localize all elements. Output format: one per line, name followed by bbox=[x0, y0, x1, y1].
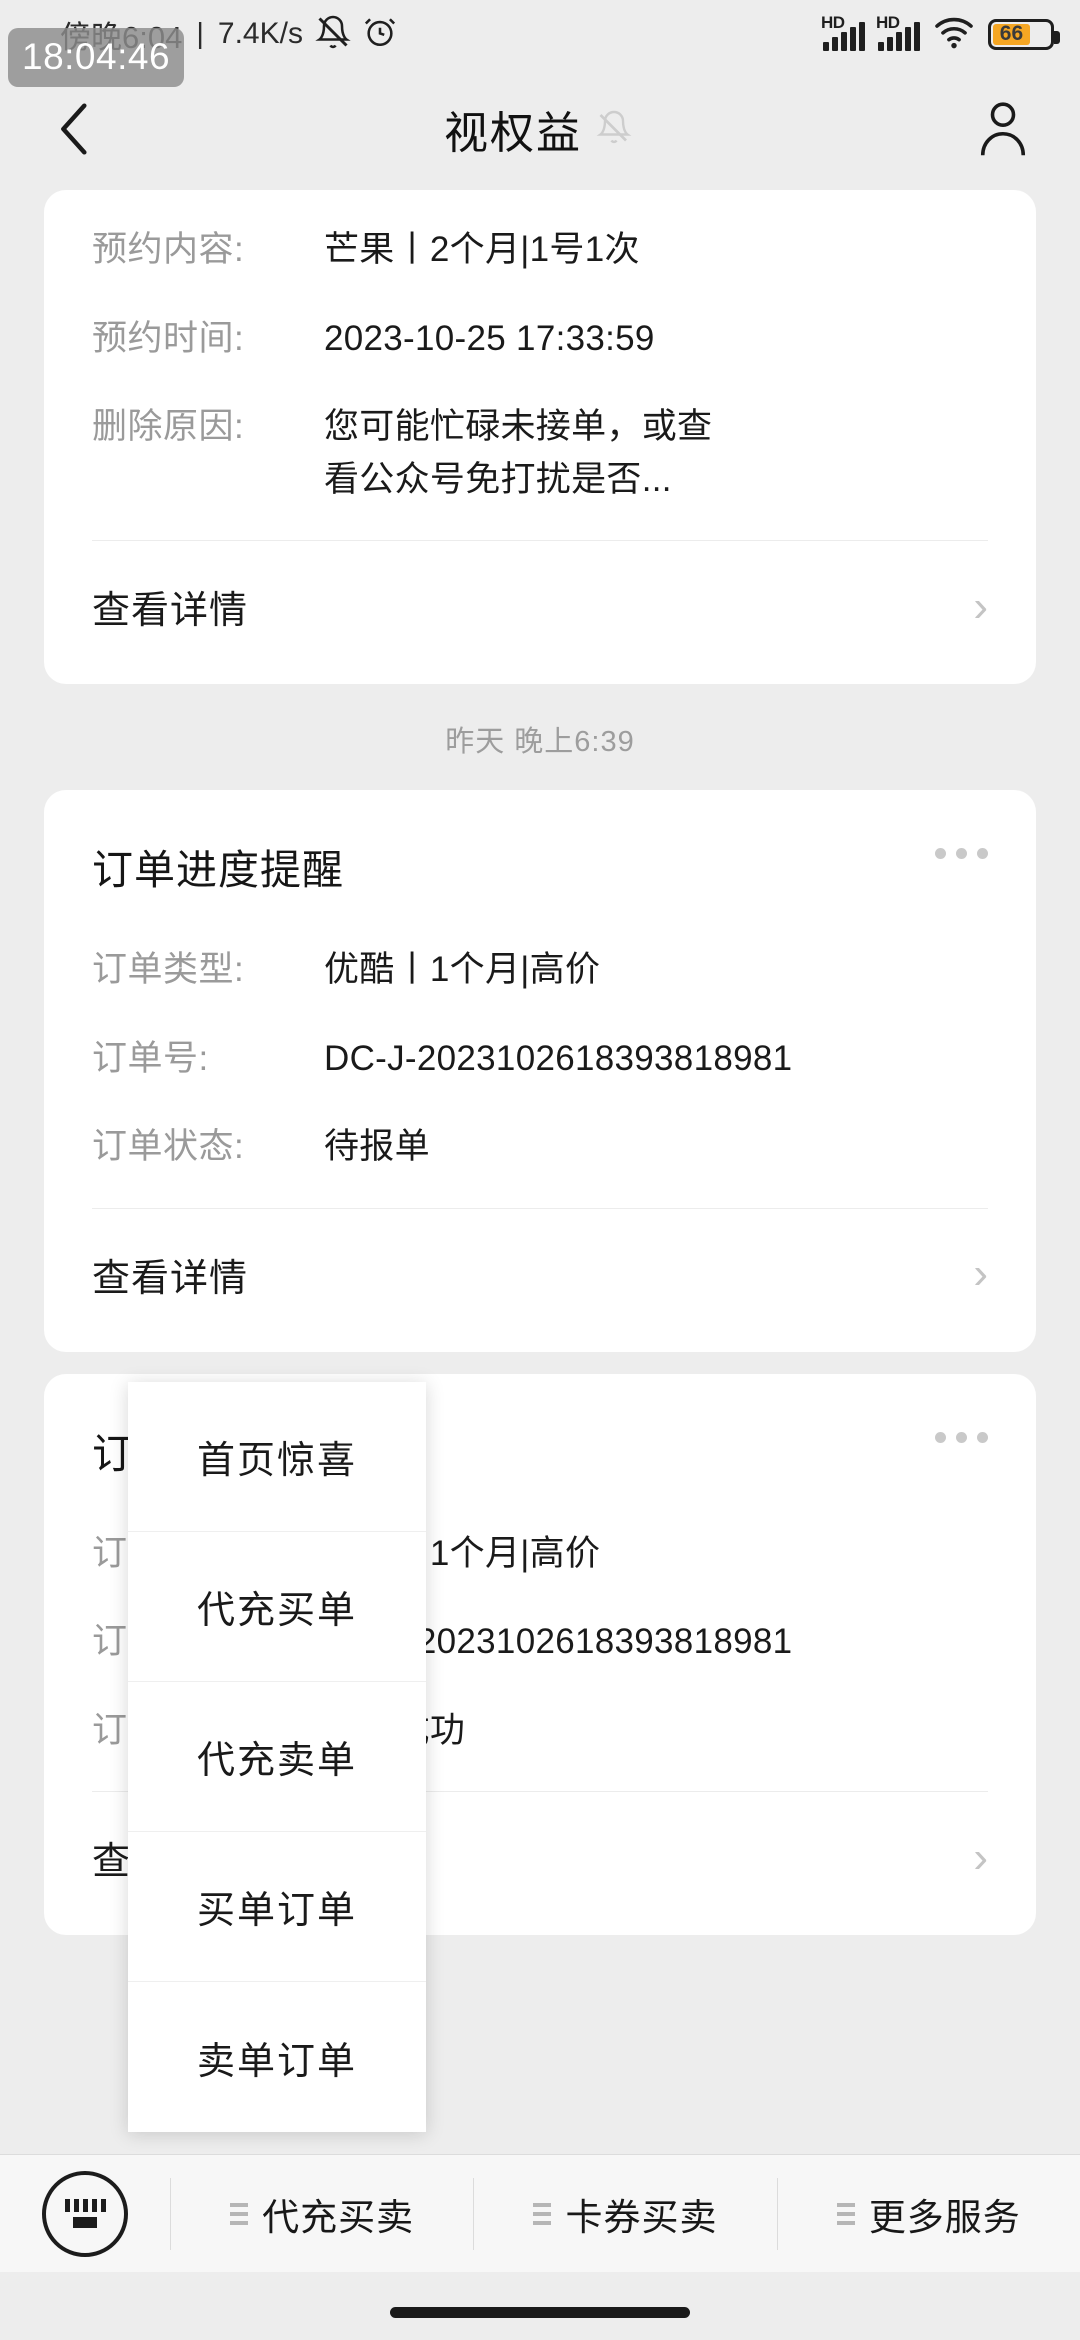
screen-recorder-clock: 18:04:46 bbox=[8, 28, 185, 87]
hd-label-2: HD bbox=[876, 13, 900, 32]
status-separator: | bbox=[196, 17, 204, 50]
table-row: 订单类型: 优酷丨1个月|高价 bbox=[44, 926, 1036, 1015]
menu-item-buy-orders[interactable]: 买单订单 bbox=[128, 1832, 426, 1982]
battery-indicator: 66 bbox=[988, 18, 1060, 50]
table-row: 订单号: DC-J-2023102618393818981 bbox=[44, 1015, 1036, 1104]
network-speed: 7.4K/s bbox=[217, 17, 303, 50]
page-title: 视权益 bbox=[444, 109, 582, 158]
view-details-button[interactable]: 查看详情 › bbox=[44, 1209, 1036, 1346]
menu-list-icon bbox=[533, 2202, 552, 2225]
table-row: 删除原因: 您可能忙碌未接单，或查看公众号免打扰是否... bbox=[44, 383, 1036, 524]
bell-mute-icon[interactable] bbox=[596, 109, 632, 150]
signal-bars-1-icon: HD bbox=[821, 13, 865, 51]
tab-card-coupon-trade[interactable]: 卡券买卖 bbox=[473, 2177, 776, 2250]
menu-list-icon bbox=[836, 2202, 855, 2225]
person-icon bbox=[980, 102, 1026, 156]
tab-recharge-trade[interactable]: 代充买卖 bbox=[170, 2177, 473, 2250]
alarm-clock-icon bbox=[363, 15, 397, 54]
row-value: 芒果丨2个月|1号1次 bbox=[324, 230, 640, 269]
card-reservation-deleted[interactable]: 预约内容: 芒果丨2个月|1号1次 预约时间: 2023-10-25 17:33… bbox=[44, 190, 1036, 684]
row-label: 删除原因: bbox=[92, 407, 245, 446]
keyboard-toggle-button[interactable] bbox=[0, 2170, 170, 2257]
row-value: 2023-10-25 17:33:59 bbox=[324, 318, 655, 358]
row-label: 预约内容: bbox=[92, 230, 245, 269]
home-gesture-bar[interactable] bbox=[390, 2307, 690, 2318]
menu-item-home-surprise[interactable]: 首页惊喜 bbox=[128, 1382, 426, 1532]
row-value: 您可能忙碌未接单，或查看公众号免打扰是否... bbox=[324, 407, 713, 499]
row-value: DC-J-2023102618393818981 bbox=[324, 1038, 793, 1078]
row-value: 待报单 bbox=[324, 1127, 430, 1166]
card-more-options-button[interactable] bbox=[935, 848, 988, 859]
chevron-right-icon: › bbox=[973, 1249, 988, 1298]
tab-label: 代充买卖 bbox=[262, 2196, 415, 2238]
hd-label-1: HD bbox=[821, 13, 845, 32]
table-row: 预约时间: 2023-10-25 17:33:59 bbox=[44, 295, 1036, 384]
menu-list-icon bbox=[230, 2202, 249, 2225]
view-details-label: 查看详情 bbox=[92, 590, 249, 632]
battery-percent: 66 bbox=[999, 22, 1024, 45]
toolbar-tabs: 代充买卖 卡券买卖 更多服务 bbox=[170, 2155, 1080, 2272]
menu-item-recharge-buy[interactable]: 代充买单 bbox=[128, 1532, 426, 1682]
view-details-button[interactable]: 查看详情 › bbox=[44, 541, 1036, 678]
signal-bars-2-icon: HD bbox=[876, 13, 920, 51]
row-label: 订单号: bbox=[92, 1038, 209, 1078]
row-label: 订单类型: bbox=[92, 950, 245, 989]
view-details-label: 查看详情 bbox=[92, 1257, 249, 1300]
wifi-icon bbox=[933, 15, 975, 54]
menu-item-sell-orders[interactable]: 卖单订单 bbox=[128, 1982, 426, 2132]
card-more-options-button[interactable] bbox=[935, 1431, 988, 1443]
chevron-left-icon bbox=[61, 103, 87, 155]
back-button[interactable] bbox=[40, 94, 110, 164]
chevron-right-icon: › bbox=[973, 1832, 988, 1882]
keyboard-icon bbox=[42, 2170, 128, 2257]
row-label: 预约时间: bbox=[92, 318, 245, 358]
card-title: 订单进度提醒 bbox=[92, 847, 344, 893]
menu-item-recharge-sell[interactable]: 代充卖单 bbox=[128, 1682, 426, 1832]
bell-mute-icon bbox=[315, 14, 351, 55]
phone-screen: 傍晚6:04 | 7.4K/s HD bbox=[0, 0, 1080, 2340]
card-order-progress-pending[interactable]: 订单进度提醒 订单类型: 优酷丨1个月|高价 订单号: DC-J-2023102… bbox=[44, 790, 1036, 1352]
popup-menu[interactable]: 首页惊喜 代充买单 代充卖单 买单订单 卖单订单 bbox=[128, 1382, 426, 2132]
timestamp-divider: 昨天 晚上6:39 bbox=[445, 726, 635, 758]
chevron-right-icon: › bbox=[973, 581, 988, 631]
profile-button[interactable] bbox=[966, 92, 1040, 166]
nav-title-group: 视权益 bbox=[110, 97, 966, 161]
row-value: 优酷丨1个月|高价 bbox=[324, 950, 601, 989]
table-row: 预约内容: 芒果丨2个月|1号1次 bbox=[44, 206, 1036, 295]
bottom-toolbar: 代充买卖 卡券买卖 更多服务 bbox=[0, 2154, 1080, 2272]
tab-label: 更多服务 bbox=[868, 2196, 1021, 2238]
tab-more-services[interactable]: 更多服务 bbox=[776, 2177, 1080, 2250]
row-label: 订单状态: bbox=[92, 1127, 245, 1166]
table-row: 订单状态: 待报单 bbox=[44, 1103, 1036, 1192]
tab-label: 卡券买卖 bbox=[565, 2196, 718, 2238]
status-bar-right: HD HD 66 bbox=[821, 13, 1060, 54]
